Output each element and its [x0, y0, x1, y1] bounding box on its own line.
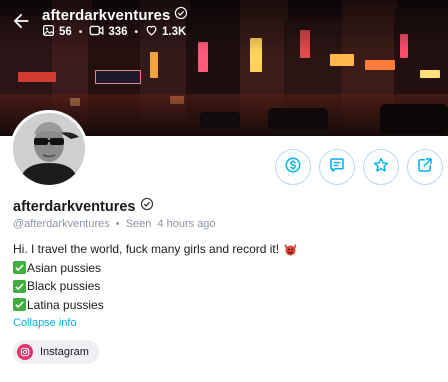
likes-stat: 1.3K — [145, 24, 186, 40]
bio-intro: Hi. I travel the world, fuck many girls … — [13, 242, 280, 256]
profile-name-row: afterdarkventures — [13, 197, 154, 216]
back-arrow-icon[interactable] — [10, 10, 32, 32]
dollar-coin-icon — [284, 156, 302, 179]
avatar[interactable] — [10, 110, 88, 188]
share-button[interactable] — [407, 149, 443, 185]
bio-item-text: Black pussies — [27, 279, 101, 293]
profile-display-name: afterdarkventures — [13, 198, 136, 215]
favorite-button[interactable] — [363, 149, 399, 185]
bio-list-item: Black pussies — [13, 277, 298, 296]
bio-intro-line: Hi. I travel the world, fuck many girls … — [13, 240, 298, 259]
profile-actions — [275, 149, 443, 185]
verified-badge-icon — [140, 197, 154, 216]
last-seen: Seen 4 hours ago — [125, 218, 216, 230]
videos-stat: 336 — [89, 24, 128, 40]
header-stats: 56 • 336 • 1.3K — [42, 24, 186, 40]
profile-bio: Hi. I travel the world, fuck many girls … — [13, 240, 298, 314]
star-icon — [372, 156, 390, 179]
message-icon — [328, 156, 346, 179]
collapse-info-link[interactable]: Collapse info — [13, 317, 77, 329]
heart-icon — [145, 24, 158, 40]
header-bar: afterdarkventures 56 • 336 • 1.3K — [0, 0, 448, 48]
verified-badge-icon — [174, 6, 188, 25]
bio-item-text: Latina pussies — [27, 297, 104, 312]
photos-count: 56 — [59, 26, 72, 38]
instagram-label: Instagram — [40, 346, 89, 358]
profile-meta: @afterdarkventures • Seen 4 hours ago — [13, 218, 216, 230]
meta-separator: • — [115, 218, 120, 230]
bio-list-item: Asian pussies — [13, 259, 298, 278]
check-mark-icon — [13, 298, 26, 312]
check-mark-icon — [13, 279, 26, 293]
image-icon — [42, 24, 55, 40]
likes-count: 1.3K — [162, 26, 187, 38]
bio-list-item: Latina pussies — [13, 296, 298, 315]
message-button[interactable] — [319, 149, 355, 185]
bio-item-text: Asian pussies — [27, 260, 102, 275]
photos-stat: 56 — [42, 24, 72, 40]
videos-count: 336 — [108, 26, 128, 38]
instagram-link[interactable]: Instagram — [13, 340, 99, 364]
profile-handle: @afterdarkventures — [13, 218, 110, 230]
check-mark-icon — [13, 261, 26, 275]
header-username-row: afterdarkventures — [42, 6, 188, 25]
share-icon — [416, 156, 434, 179]
instagram-icon — [17, 344, 33, 360]
devil-face-icon — [283, 242, 298, 257]
send-tip-button[interactable] — [275, 149, 311, 185]
header-username: afterdarkventures — [42, 7, 171, 24]
video-icon — [89, 24, 104, 40]
